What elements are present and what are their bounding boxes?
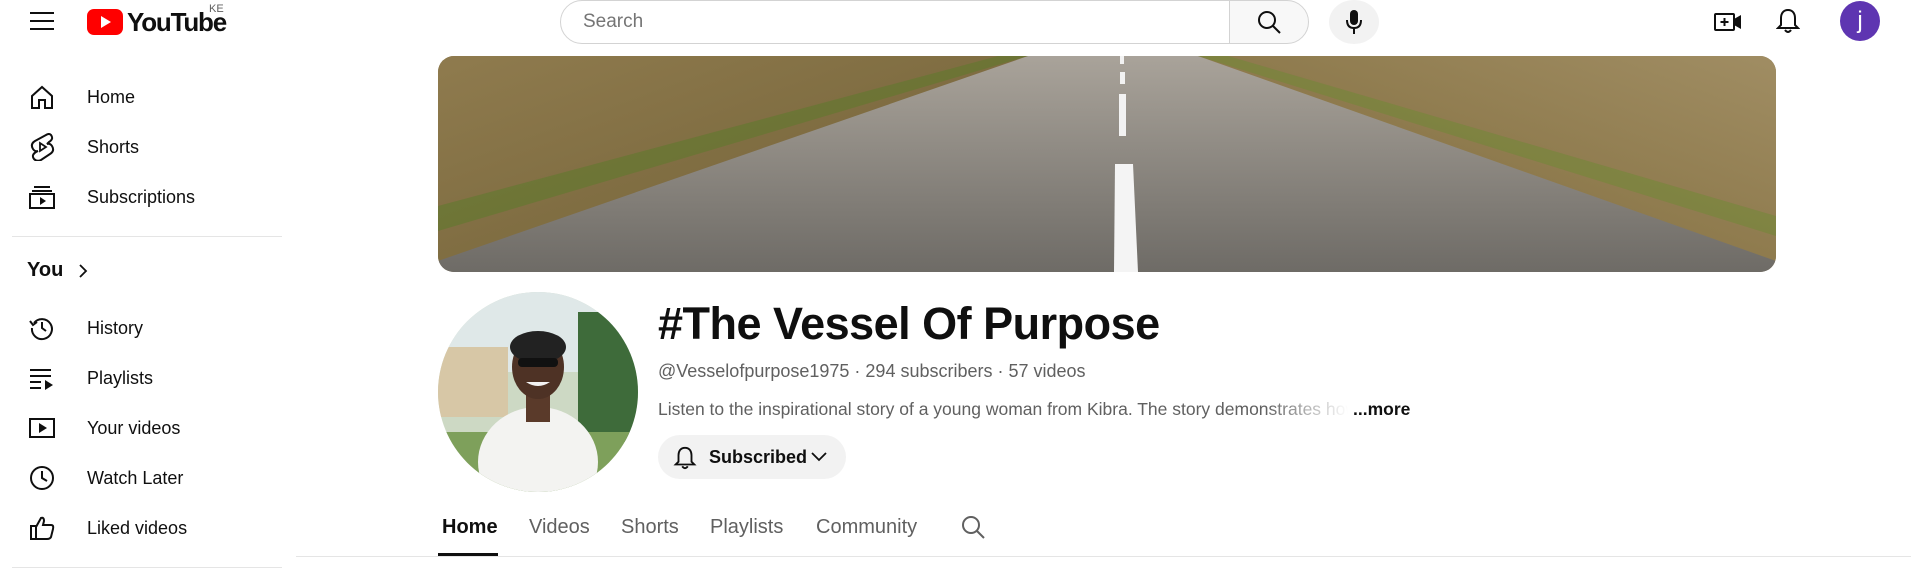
tab-community[interactable]: Community xyxy=(816,516,917,539)
channel-description[interactable]: Listen to the inspirational story of a y… xyxy=(658,399,1358,420)
meta-separator: · xyxy=(849,361,866,381)
sidebar-item-label: History xyxy=(87,317,144,338)
search-button[interactable] xyxy=(1229,0,1309,44)
youtube-play-icon xyxy=(87,9,123,35)
create-button[interactable] xyxy=(1710,8,1746,36)
chevron-right-icon xyxy=(79,263,88,278)
sidebar-item-label: Subscriptions xyxy=(87,186,196,207)
search-icon xyxy=(962,516,985,539)
shorts-icon xyxy=(27,132,57,162)
you-header-label: You xyxy=(27,259,64,281)
subscribed-label: Subscribed xyxy=(709,446,808,467)
watch-later-icon xyxy=(27,463,57,493)
create-video-icon xyxy=(1714,13,1741,31)
sidebar-item-label: Playlists xyxy=(87,367,154,388)
sidebar-item-label: Shorts xyxy=(87,136,140,157)
notifications-button[interactable] xyxy=(1770,6,1806,36)
sidebar-item-home[interactable]: Home xyxy=(0,74,280,120)
tab-videos[interactable]: Videos xyxy=(529,516,590,539)
youtube-logo[interactable]: YouTube xyxy=(87,9,227,35)
sidebar-item-watch-later[interactable]: Watch Later xyxy=(0,455,280,501)
sidebar-item-liked-videos[interactable]: Liked videos xyxy=(0,505,280,551)
sidebar-item-label: Your videos xyxy=(87,417,181,438)
menu-icon[interactable] xyxy=(24,8,60,34)
bell-icon xyxy=(1776,8,1800,33)
bell-icon xyxy=(673,446,697,470)
search-input[interactable] xyxy=(581,10,1229,34)
subscriber-count: 294 subscribers xyxy=(865,361,993,381)
channel-name: #The Vessel Of Purpose xyxy=(658,298,1160,349)
video-count: 57 videos xyxy=(1008,361,1086,381)
description-text: Listen to the inspirational story of a y… xyxy=(658,399,1348,419)
account-avatar[interactable]: j xyxy=(1840,1,1880,41)
sidebar-item-shorts[interactable]: Shorts xyxy=(0,124,280,170)
channel-search-button[interactable] xyxy=(960,514,986,540)
search-box[interactable] xyxy=(560,0,1230,44)
channel-meta: @Vesselofpurpose1975 · 294 subscribers ·… xyxy=(658,361,1086,382)
sidebar-item-history[interactable]: History xyxy=(0,305,280,351)
more-link[interactable]: ...more xyxy=(1353,399,1410,420)
sidebar-item-label: Home xyxy=(87,86,136,107)
top-bar: YouTube KE j xyxy=(0,0,1911,44)
meta-separator: · xyxy=(992,361,1009,381)
channel-banner xyxy=(438,56,1776,272)
sidebar-item-subscriptions[interactable]: Subscriptions xyxy=(0,174,280,220)
search-icon xyxy=(1258,11,1281,34)
sidebar-item-your-videos[interactable]: Your videos xyxy=(0,405,280,451)
liked-videos-icon xyxy=(27,513,57,543)
subscribed-button[interactable]: Subscribed xyxy=(658,435,846,479)
sidebar-divider xyxy=(12,567,282,568)
tab-home[interactable]: Home xyxy=(442,516,498,539)
voice-search-button[interactable] xyxy=(1329,0,1379,44)
microphone-icon xyxy=(1346,10,1362,34)
playlists-icon xyxy=(27,363,57,393)
sidebar-item-playlists[interactable]: Playlists xyxy=(0,355,280,401)
channel-avatar[interactable] xyxy=(438,292,638,492)
your-videos-icon xyxy=(27,413,57,443)
tab-shorts[interactable]: Shorts xyxy=(621,516,679,539)
home-icon xyxy=(27,82,57,112)
tab-playlists[interactable]: Playlists xyxy=(710,516,783,539)
sidebar-item-label: Watch Later xyxy=(87,467,184,488)
channel-handle: @Vesselofpurpose1975 xyxy=(658,361,850,381)
subscriptions-icon xyxy=(27,182,57,212)
you-section-header[interactable]: You xyxy=(27,259,91,282)
sidebar-item-label: Liked videos xyxy=(87,517,188,538)
country-code: KE xyxy=(209,3,224,15)
tabs-divider xyxy=(296,556,1911,557)
sidebar-divider xyxy=(12,236,282,237)
chevron-down-icon xyxy=(811,452,827,462)
history-icon xyxy=(27,313,57,343)
